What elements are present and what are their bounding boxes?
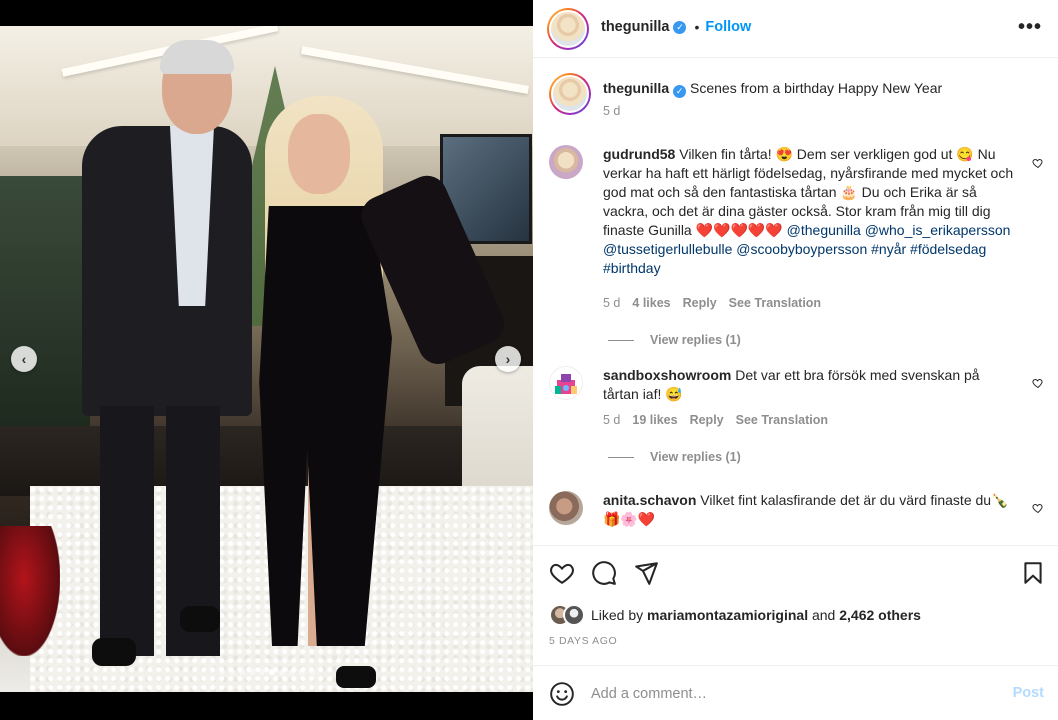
next-slide-button[interactable]: ›: [495, 346, 521, 372]
comment-username[interactable]: sandboxshowroom: [603, 367, 731, 383]
comment-username[interactable]: gudrund58: [603, 146, 675, 162]
carousel-dot: [308, 669, 315, 675]
comment-likes[interactable]: 4 likes: [632, 296, 670, 310]
likes-summary: Liked by mariamontazamioriginal and 2,46…: [549, 604, 921, 626]
commenter-avatar[interactable]: [549, 145, 583, 179]
verified-badge-icon: ✓: [673, 85, 687, 98]
caption-text: Scenes from a birthday Happy New Year: [690, 80, 943, 96]
comment-item: sandboxshowroom Det var ett bra försök m…: [549, 366, 1044, 476]
view-replies-button[interactable]: View replies (1): [608, 333, 741, 347]
photo-man-shoe: [180, 606, 220, 632]
liker-avatar: [563, 604, 585, 626]
commenter-avatar[interactable]: [549, 491, 583, 525]
separator-dot: •: [694, 19, 700, 35]
comment-time[interactable]: 5 d: [603, 413, 620, 427]
photo-poinsettia: [0, 526, 60, 656]
view-replies-label: View replies (1): [650, 450, 741, 464]
post-date[interactable]: 5 DAYS AGO: [549, 635, 617, 647]
author-avatar[interactable]: [549, 73, 591, 115]
share-paper-plane-icon[interactable]: [633, 560, 659, 586]
carousel-dot: [298, 669, 305, 675]
carousel-dot: [288, 669, 295, 675]
save-bookmark-icon[interactable]: [1020, 560, 1046, 586]
see-translation-button[interactable]: See Translation: [729, 296, 821, 310]
liked-by-user[interactable]: mariamontazamioriginal: [647, 607, 808, 623]
comment-likes[interactable]: 19 likes: [632, 413, 677, 427]
photo-man-hair: [160, 40, 234, 74]
post-media: ‹ ›: [0, 0, 533, 720]
like-comment-heart-icon[interactable]: [1032, 502, 1044, 514]
photo-man-jacket: [82, 126, 252, 416]
author-avatar[interactable]: [547, 8, 589, 50]
emoji-smiley-icon[interactable]: [549, 681, 575, 707]
reply-button[interactable]: Reply: [690, 413, 724, 427]
like-heart-icon[interactable]: [549, 560, 575, 586]
previous-slide-button[interactable]: ‹: [11, 346, 37, 372]
reply-button[interactable]: Reply: [683, 296, 717, 310]
follow-button[interactable]: Follow: [705, 19, 751, 35]
liked-by-others[interactable]: 2,462 others: [839, 607, 921, 623]
post-sidebar: thegunilla ✓ • Follow ••• thegunilla ✓ Sc…: [533, 0, 1058, 720]
carousel-dot: [258, 669, 265, 675]
add-comment-input[interactable]: [591, 681, 991, 707]
post-header: thegunilla ✓ • Follow •••: [533, 0, 1058, 58]
carousel-dot: [268, 669, 275, 675]
chevron-left-icon: ‹: [21, 351, 27, 367]
post-actions: Liked by mariamontazamioriginal and 2,46…: [533, 545, 1058, 665]
photo-window: [0, 176, 90, 426]
comment-item: gudrund58 Vilken fin tårta! 😍 Dem ser ve…: [549, 145, 1044, 385]
sandbox-castle-icon: [555, 374, 577, 394]
like-comment-heart-icon[interactable]: [1032, 157, 1044, 169]
carousel-dot: [218, 669, 225, 675]
see-translation-button[interactable]: See Translation: [736, 413, 828, 427]
liker-avatars[interactable]: [549, 604, 585, 626]
liked-by-prefix: Liked by: [591, 607, 644, 623]
comment-time[interactable]: 5 d: [603, 296, 620, 310]
post-photo: [0, 26, 533, 692]
carousel-dot: [228, 669, 235, 675]
carousel-dot: [278, 669, 285, 675]
view-replies-button[interactable]: View replies (1): [608, 450, 741, 464]
add-comment-bar: Post: [533, 665, 1058, 720]
comment-username[interactable]: anita.schavon: [603, 492, 696, 508]
more-options-icon[interactable]: •••: [1018, 16, 1042, 39]
commenter-avatar[interactable]: [549, 366, 583, 400]
comment-item: anita.schavon Vilket fint kalasfirande d…: [549, 491, 1044, 545]
like-comment-heart-icon[interactable]: [1032, 377, 1044, 389]
caption-time[interactable]: 5 d: [603, 104, 620, 118]
caption-username[interactable]: thegunilla: [603, 80, 669, 96]
comments-list[interactable]: thegunilla ✓ Scenes from a birthday Happy…: [533, 59, 1058, 545]
photo-man-shoe: [92, 638, 136, 666]
carousel-dot: [238, 669, 245, 675]
author-username[interactable]: thegunilla: [601, 19, 669, 35]
photo-woman-face: [288, 114, 350, 194]
post-caption: thegunilla ✓ Scenes from a birthday Happy…: [549, 73, 1044, 123]
carousel-indicator: [0, 669, 533, 675]
carousel-dot: [248, 669, 255, 675]
instagram-post-modal: ‹ › thegunilla ✓ • Follow ••• thegunilla…: [0, 0, 1058, 720]
post-comment-button[interactable]: Post: [1013, 685, 1044, 701]
view-replies-label: View replies (1): [650, 333, 741, 347]
comment-bubble-icon[interactable]: [591, 560, 617, 586]
chevron-right-icon: ›: [505, 351, 511, 367]
liked-by-and: and: [811, 607, 836, 623]
verified-badge-icon: ✓: [673, 20, 687, 34]
